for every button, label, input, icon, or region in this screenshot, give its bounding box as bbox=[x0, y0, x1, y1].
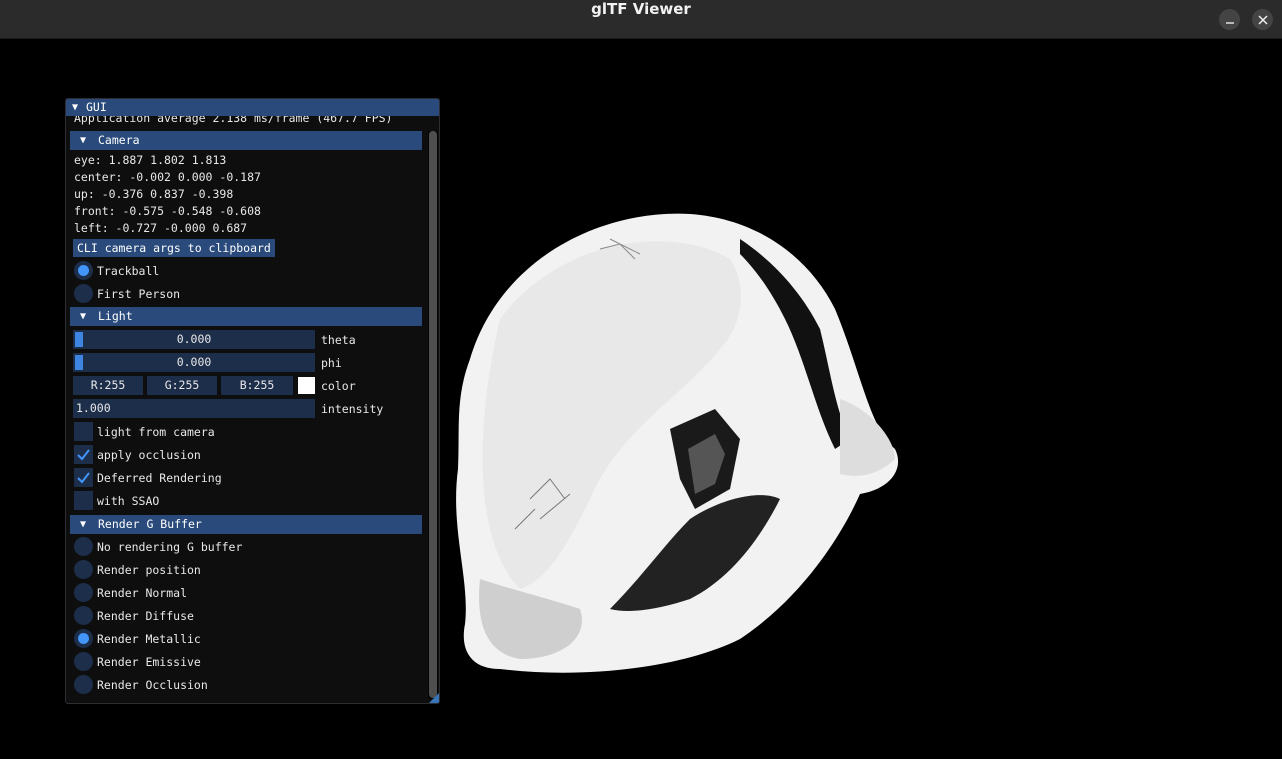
gbuffer-position-label: Render position bbox=[97, 563, 201, 577]
light-header-label: Light bbox=[98, 309, 133, 323]
camera-header-label: Camera bbox=[98, 133, 140, 147]
deferred-rendering-label: Deferred Rendering bbox=[97, 471, 222, 485]
resize-grip[interactable] bbox=[429, 693, 439, 703]
checkmark-icon bbox=[77, 472, 90, 484]
deferred-rendering-checkbox[interactable] bbox=[74, 468, 93, 487]
apply-occlusion-label: apply occlusion bbox=[97, 448, 201, 462]
radio-selected-dot bbox=[78, 265, 89, 276]
minimize-icon bbox=[1225, 21, 1234, 24]
phi-label: phi bbox=[321, 356, 342, 370]
helmet-model bbox=[456, 213, 899, 673]
scrollbar-grab[interactable] bbox=[429, 131, 437, 698]
with-ssao-checkbox[interactable] bbox=[74, 491, 93, 510]
fps-text: Application average 2.138 ms/frame (467.… bbox=[74, 116, 393, 125]
color-r-field[interactable]: R:255 bbox=[73, 376, 143, 395]
expand-triangle-icon: ▼ bbox=[80, 135, 87, 146]
window-titlebar: glTF Viewer bbox=[0, 0, 1282, 39]
copy-camera-args-button[interactable]: CLI camera args to clipboard bbox=[73, 239, 275, 257]
gbuffer-diffuse-radio[interactable] bbox=[74, 606, 93, 625]
color-g-field[interactable]: G:255 bbox=[147, 376, 217, 395]
gui-content: Application average 2.138 ms/frame (467.… bbox=[66, 116, 426, 703]
intensity-input[interactable]: 1.000 bbox=[73, 399, 315, 418]
gui-title: GUI bbox=[86, 100, 107, 114]
gbuffer-metallic-radio[interactable] bbox=[74, 629, 93, 648]
color-swatch[interactable] bbox=[298, 377, 315, 394]
minimize-button[interactable] bbox=[1219, 9, 1240, 30]
gbuffer-occlusion-radio[interactable] bbox=[74, 675, 93, 694]
camera-left: left: -0.727 -0.000 0.687 bbox=[74, 221, 248, 235]
phi-slider[interactable]: 0.000 bbox=[73, 353, 315, 372]
collapse-triangle-icon[interactable]: ▼ bbox=[72, 99, 78, 116]
color-label: color bbox=[321, 379, 356, 393]
camera-center: center: -0.002 0.000 -0.187 bbox=[74, 170, 261, 184]
checkmark-icon bbox=[77, 449, 90, 461]
trackball-label: Trackball bbox=[97, 264, 160, 278]
light-from-camera-label: light from camera bbox=[97, 425, 215, 439]
first-person-label: First Person bbox=[97, 287, 181, 301]
gui-scrollbar[interactable] bbox=[428, 131, 438, 699]
phi-value: 0.000 bbox=[176, 355, 212, 369]
gbuffer-none-label: No rendering G buffer bbox=[97, 540, 243, 554]
color-b-field[interactable]: B:255 bbox=[221, 376, 293, 395]
first-person-radio[interactable] bbox=[74, 284, 93, 303]
gbuffer-diffuse-label: Render Diffuse bbox=[97, 609, 194, 623]
theta-slider[interactable]: 0.000 bbox=[73, 330, 315, 349]
gbuffer-normal-radio[interactable] bbox=[74, 583, 93, 602]
with-ssao-label: with SSAO bbox=[97, 494, 160, 508]
gbuffer-emissive-radio[interactable] bbox=[74, 652, 93, 671]
light-from-camera-checkbox[interactable] bbox=[74, 422, 93, 441]
gbuffer-header[interactable]: ▼ Render G Buffer bbox=[70, 515, 422, 534]
camera-up: up: -0.376 0.837 -0.398 bbox=[74, 187, 234, 201]
gui-titlebar[interactable]: ▼ GUI bbox=[66, 99, 439, 116]
gbuffer-none-radio[interactable] bbox=[74, 537, 93, 556]
expand-triangle-icon: ▼ bbox=[80, 311, 87, 322]
window-title: glTF Viewer bbox=[591, 0, 691, 18]
intensity-label: intensity bbox=[321, 402, 384, 416]
camera-eye: eye: 1.887 1.802 1.813 bbox=[74, 153, 227, 167]
light-header[interactable]: ▼ Light bbox=[70, 307, 422, 326]
gbuffer-metallic-label: Render Metallic bbox=[97, 632, 201, 646]
slider-grab[interactable] bbox=[75, 355, 83, 370]
camera-front: front: -0.575 -0.548 -0.608 bbox=[74, 204, 261, 218]
gbuffer-emissive-label: Render Emissive bbox=[97, 655, 201, 669]
close-icon bbox=[1257, 14, 1268, 25]
camera-header[interactable]: ▼ Camera bbox=[70, 131, 422, 150]
theta-label: theta bbox=[321, 333, 356, 347]
gbuffer-normal-label: Render Normal bbox=[97, 586, 188, 600]
radio-selected-dot bbox=[78, 633, 89, 644]
gbuffer-occlusion-label: Render Occlusion bbox=[97, 678, 208, 692]
close-button[interactable] bbox=[1252, 9, 1273, 30]
expand-triangle-icon: ▼ bbox=[80, 519, 87, 530]
apply-occlusion-checkbox[interactable] bbox=[74, 445, 93, 464]
theta-value: 0.000 bbox=[176, 332, 212, 346]
gbuffer-header-label: Render G Buffer bbox=[98, 517, 202, 531]
gbuffer-position-radio[interactable] bbox=[74, 560, 93, 579]
slider-grab[interactable] bbox=[75, 332, 83, 347]
trackball-radio[interactable] bbox=[74, 261, 93, 280]
gui-window[interactable]: ▼ GUI Application average 2.138 ms/frame… bbox=[65, 98, 440, 704]
